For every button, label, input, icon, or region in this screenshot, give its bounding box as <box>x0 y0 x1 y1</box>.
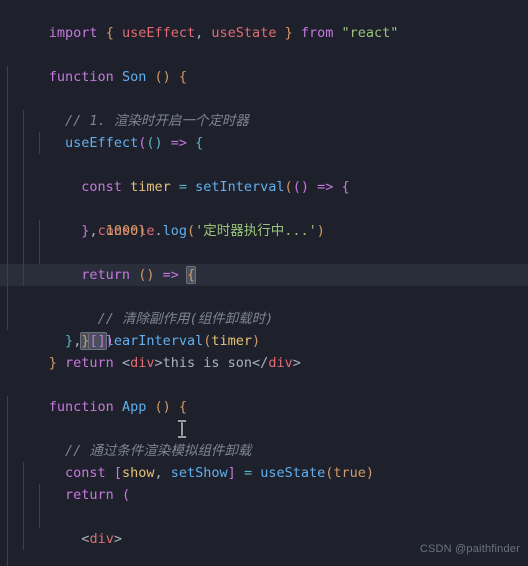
indent-guide <box>7 484 8 506</box>
indent-guide <box>7 264 8 286</box>
line-17-text <box>0 352 8 374</box>
code-line-18[interactable]: function App () { <box>0 374 528 415</box>
indent-guide <box>7 176 8 198</box>
indent-guide <box>7 286 8 308</box>
line-3-text: function Son () { <box>48 69 188 85</box>
indent-guide <box>23 198 24 220</box>
line-1-text: import { useEffect, useState } from "rea… <box>48 25 399 41</box>
line-19-text: // 通过条件渲染模拟组件卸载 <box>65 443 252 459</box>
line-8-text: }, 1000) <box>81 223 147 239</box>
indent-guide <box>23 110 24 132</box>
indent-guide <box>23 506 24 528</box>
indent-guide <box>7 154 8 176</box>
bracket-match-array: [] <box>88 332 107 350</box>
indent-guide <box>39 220 40 242</box>
line-18-text: function App () { <box>48 399 188 415</box>
line-9-text <box>49 242 57 264</box>
indent-guide <box>7 528 8 550</box>
indent-guide <box>23 242 24 264</box>
line-22-text: <div> <box>81 531 122 547</box>
indent-guide <box>23 484 24 506</box>
line-10-text: return () => { <box>81 266 197 284</box>
code-line-1[interactable]: import { useEffect, useState } from "rea… <box>0 0 528 41</box>
line-4-text: // 1. 渲染时开启一个定时器 <box>65 113 249 129</box>
code-line-20[interactable]: const [show, setShow] = useState(true) <box>0 418 528 481</box>
indent-guide <box>7 66 8 88</box>
indent-guide <box>7 132 8 154</box>
code-line-3[interactable]: function Son () { <box>0 44 528 85</box>
code-line-5[interactable]: useEffect(() => { <box>0 88 528 151</box>
indent-guide <box>7 198 8 220</box>
line-15-text: return <div>this is son</div> <box>65 355 301 371</box>
indent-guide <box>7 220 8 242</box>
indent-guide <box>7 462 8 484</box>
indent-guide <box>23 462 24 484</box>
code-line-8[interactable]: }, 1000) <box>0 154 528 239</box>
indent-guide <box>7 418 8 440</box>
line-20-text: const [show, setShow] = useState(true) <box>65 465 375 481</box>
bracket-match-open: { <box>186 266 197 284</box>
code-line-10[interactable]: return () => { <box>0 198 528 284</box>
code-content[interactable]: import { useEffect, useState } from "rea… <box>0 0 528 566</box>
indent-guide <box>7 506 8 528</box>
indent-guide <box>7 242 8 264</box>
code-line-14[interactable]: }, []) <box>0 286 528 350</box>
indent-guide <box>23 176 24 198</box>
line-14-text: }, []) <box>65 332 114 350</box>
indent-guide <box>39 506 40 528</box>
indent-guide <box>7 396 8 418</box>
indent-guide <box>39 132 40 154</box>
indent-guide <box>39 484 40 506</box>
line-2-text <box>0 22 8 44</box>
line-5-text: useEffect(() => { <box>65 135 204 151</box>
indent-guide <box>23 264 24 286</box>
watermark-text: CSDN @paithfinder <box>419 543 520 555</box>
indent-guide <box>7 110 8 132</box>
indent-guide <box>7 550 8 566</box>
line-21-text: return ( <box>65 487 131 503</box>
code-line-12[interactable]: clearInterval(timer) <box>0 242 528 349</box>
indent-guide <box>7 440 8 462</box>
line-6-text: const timer = setInterval(() => { <box>81 179 350 195</box>
indent-guide <box>7 88 8 110</box>
indent-guide <box>23 132 24 154</box>
code-editor[interactable]: import { useEffect, useState } from "rea… <box>0 0 528 566</box>
indent-guide <box>39 242 40 264</box>
indent-guide <box>7 308 8 330</box>
line-16-text: } <box>48 355 57 371</box>
line-11-text: // 清除副作用(组件卸载时) <box>97 311 274 327</box>
indent-guide <box>23 528 24 550</box>
indent-guide <box>23 220 24 242</box>
indent-guide <box>23 154 24 176</box>
code-line-24[interactable]: <button onClick={() => setShow(false)}>卸… <box>0 506 528 528</box>
